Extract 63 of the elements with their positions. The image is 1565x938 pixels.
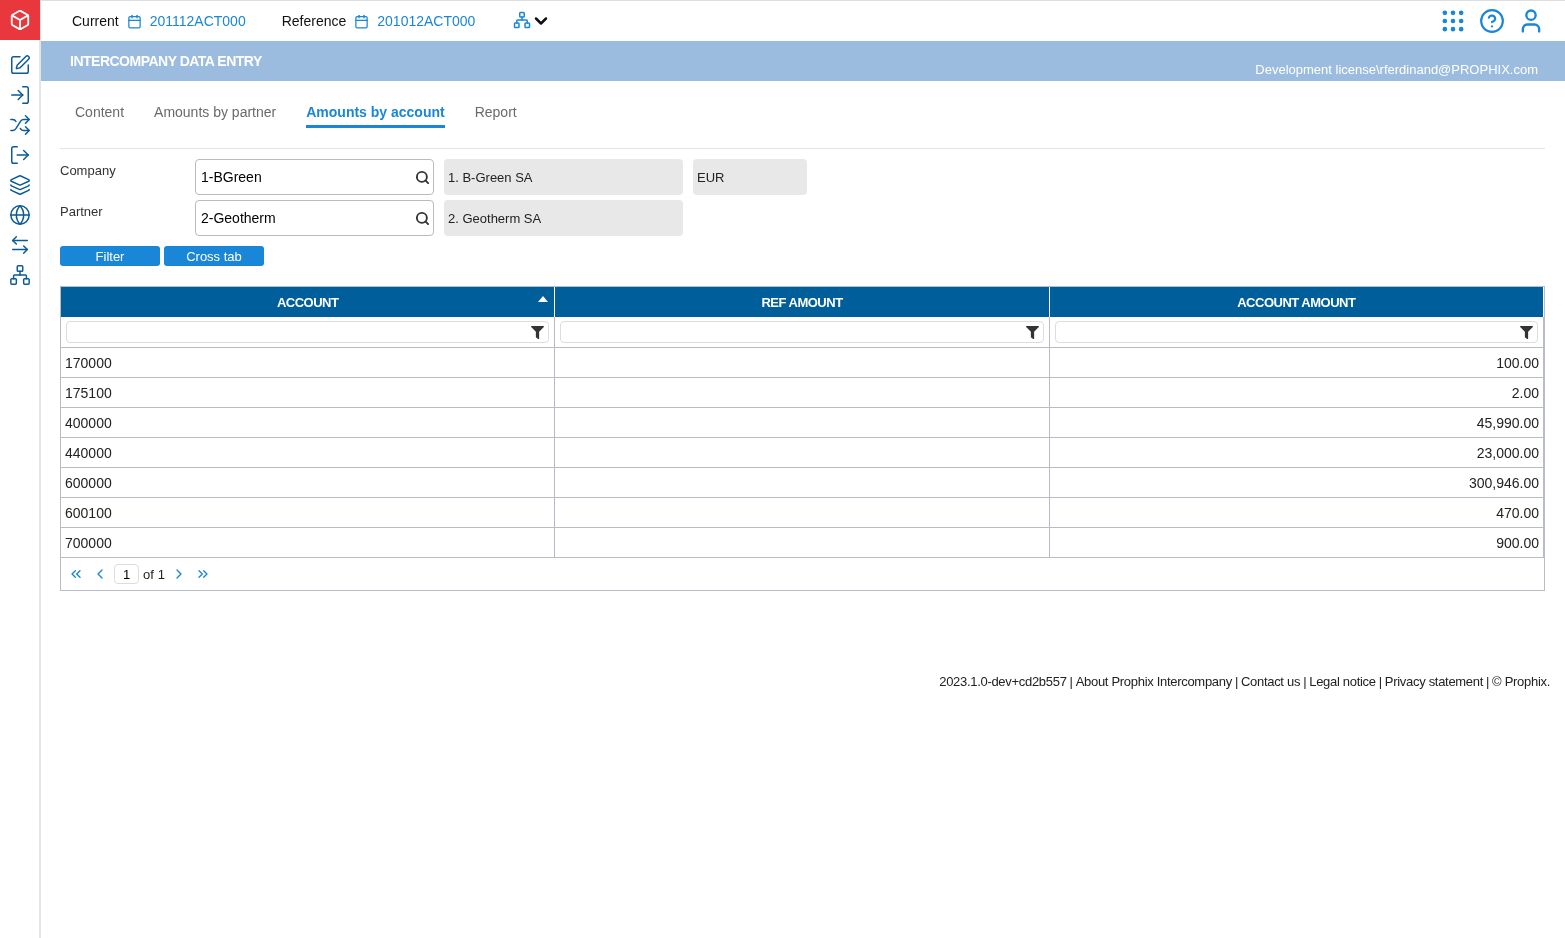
hierarchy-icon bbox=[513, 11, 532, 29]
search-icon[interactable] bbox=[415, 211, 430, 226]
search-icon[interactable] bbox=[415, 170, 430, 185]
lookup-field[interactable]: 1-BGreen bbox=[195, 159, 434, 195]
column-header[interactable]: ACCOUNT bbox=[61, 287, 556, 317]
footer-separator: | bbox=[1069, 674, 1073, 689]
license-text: Development license\rferdinand@PROPHIX.com bbox=[1255, 62, 1538, 79]
current-period-link[interactable]: 201112ACT000 bbox=[149, 13, 246, 29]
table-cell: 175100 bbox=[61, 378, 556, 408]
current-label: Current bbox=[72, 13, 119, 29]
lookup-field[interactable]: 2-Geotherm bbox=[195, 200, 434, 236]
help-icon[interactable] bbox=[1477, 6, 1507, 36]
tab[interactable]: Amounts by partner bbox=[154, 101, 277, 128]
table-cell: 440000 bbox=[61, 438, 556, 468]
table-cell: 23,000.00 bbox=[1049, 438, 1544, 468]
table-cell: 300,946.00 bbox=[1049, 468, 1544, 498]
footer-link[interactable]: 2023.1.0-dev+cd2b557 bbox=[939, 674, 1067, 689]
page-of-label: of bbox=[143, 566, 154, 582]
field-label: Company bbox=[60, 162, 117, 178]
reference-period-link[interactable]: 201012ACT000 bbox=[377, 13, 476, 29]
table-cell: 900.00 bbox=[1049, 528, 1544, 558]
tab[interactable]: Report bbox=[474, 101, 517, 128]
table-cell: 400000 bbox=[61, 408, 556, 438]
field-label: Partner bbox=[60, 203, 104, 219]
filter-button[interactable]: Filter bbox=[60, 246, 160, 266]
page-title: INTERCOMPANY DATA ENTRY bbox=[70, 53, 262, 69]
footer-separator: | bbox=[1486, 674, 1490, 689]
page-number-field[interactable]: 1 bbox=[114, 564, 139, 584]
readonly-field: 1. B-Green SA bbox=[444, 159, 683, 195]
table-cell: 2.00 bbox=[1049, 378, 1544, 408]
footer-separator: | bbox=[1234, 674, 1238, 689]
calendar-icon bbox=[126, 13, 142, 29]
table-cell: 700000 bbox=[61, 528, 556, 558]
table-cell: 600000 bbox=[61, 468, 556, 498]
calendar-icon bbox=[354, 13, 370, 29]
table-cell: 600100 bbox=[61, 498, 556, 528]
footer-separator: | bbox=[1303, 674, 1307, 689]
reference-label: Reference bbox=[281, 13, 347, 29]
filter-icon[interactable] bbox=[531, 325, 545, 339]
table-cell: 100.00 bbox=[1049, 348, 1544, 378]
cross-tab-button[interactable]: Cross tab bbox=[164, 246, 264, 266]
filter-icon[interactable] bbox=[1520, 325, 1533, 339]
column-header[interactable]: REF AMOUNT bbox=[555, 287, 1050, 317]
table-cell: 470.00 bbox=[1049, 498, 1544, 528]
footer-link[interactable]: © Prophix. bbox=[1492, 674, 1550, 689]
tab[interactable]: Content bbox=[75, 101, 125, 128]
column-header[interactable]: ACCOUNT AMOUNT bbox=[1049, 287, 1544, 317]
readonly-field: 2. Geotherm SA bbox=[444, 200, 683, 236]
currency-field: EUR bbox=[693, 159, 807, 195]
column-filter-field[interactable] bbox=[66, 321, 550, 343]
tab[interactable]: Amounts by account bbox=[306, 101, 445, 128]
filter-icon[interactable] bbox=[1025, 325, 1039, 339]
column-filter-field[interactable] bbox=[560, 321, 1044, 343]
footer-link[interactable]: Privacy statement bbox=[1384, 674, 1484, 689]
footer-link[interactable]: Contact us bbox=[1241, 674, 1301, 689]
footer-separator: | bbox=[1378, 674, 1382, 689]
app-logo[interactable] bbox=[0, 0, 40, 40]
column-filter-field[interactable] bbox=[1054, 321, 1538, 343]
footer-link[interactable]: About Prophix Intercompany bbox=[1075, 674, 1232, 689]
footer-link[interactable]: Legal notice bbox=[1309, 674, 1376, 689]
table-cell: 45,990.00 bbox=[1049, 408, 1544, 438]
table-cell: 170000 bbox=[61, 348, 556, 378]
page-total: 1 bbox=[157, 566, 166, 582]
